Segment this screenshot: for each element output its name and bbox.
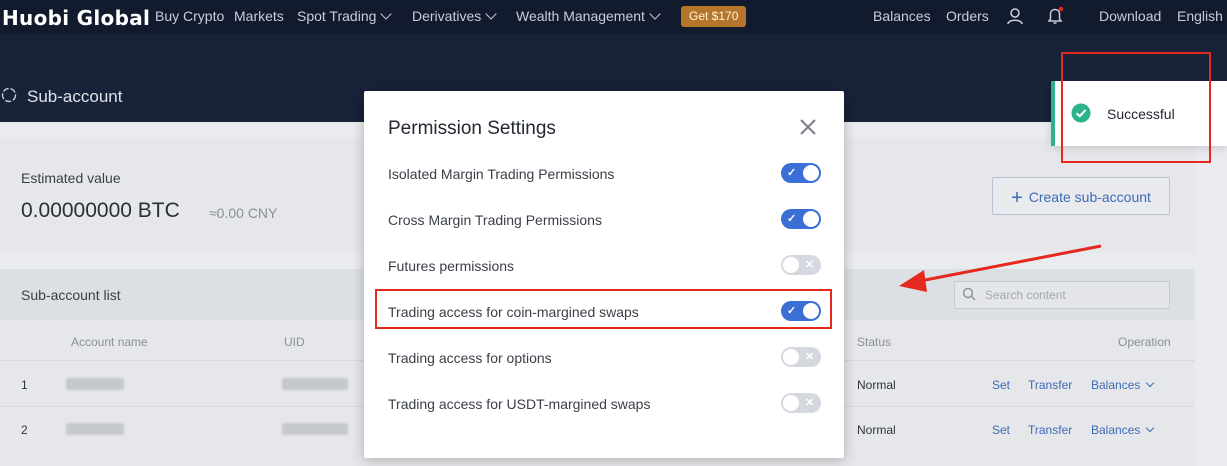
plus-icon: + [1011, 187, 1023, 209]
estimated-value: 0.00000000 BTC [21, 199, 180, 222]
permission-label-futures: Futures permissions [388, 258, 515, 274]
row-index: 2 [21, 423, 28, 437]
top-navbar: Huobi Global Buy Crypto Markets Spot Tra… [0, 0, 1227, 34]
column-header-uid: UID [284, 335, 305, 349]
sub-account-icon [1, 87, 17, 103]
permission-label-options: Trading access for options [388, 350, 552, 366]
status-text: Normal [857, 378, 896, 392]
estimated-value-cny: ≈0.00 CNY [209, 205, 278, 221]
set-link[interactable]: Set [992, 378, 1010, 392]
bell-icon[interactable] [1045, 6, 1065, 26]
column-header-status: Status [857, 335, 892, 349]
transfer-link[interactable]: Transfer [1028, 378, 1072, 392]
page-title: Sub-account [27, 87, 123, 106]
highlight-box [375, 289, 832, 329]
nav-download[interactable]: Download [1099, 8, 1161, 24]
chevron-down-icon [649, 8, 661, 20]
toggle-usdt-margined-swaps[interactable]: ✕ [781, 393, 821, 413]
nav-markets[interactable]: Markets [234, 8, 284, 24]
balances-dropdown[interactable]: Balances [1091, 423, 1155, 437]
chevron-down-icon [380, 8, 393, 20]
column-header-account-name: Account name [71, 335, 148, 349]
permission-label-usdt-margined-swaps: Trading access for USDT-margined swaps [388, 396, 651, 412]
set-link[interactable]: Set [992, 423, 1010, 437]
nav-spot-trading[interactable]: Spot Trading [297, 8, 393, 24]
permission-settings-modal: Permission Settings Isolated Margin Trad… [364, 91, 844, 458]
nav-derivatives[interactable]: Derivatives [412, 8, 497, 24]
row-index: 1 [21, 378, 28, 392]
user-icon[interactable] [1006, 7, 1024, 25]
nav-balances[interactable]: Balances [873, 8, 931, 24]
nav-wealth-management[interactable]: Wealth Management [516, 8, 661, 24]
redacted-account-name [66, 423, 124, 435]
search-icon [962, 287, 976, 301]
create-sub-account-button[interactable]: + Create sub-account [992, 177, 1170, 215]
status-text: Normal [857, 423, 896, 437]
toggle-cross-margin[interactable]: ✓ [781, 209, 821, 229]
nav-language[interactable]: English [1177, 8, 1223, 24]
chevron-down-icon [485, 8, 497, 20]
huobi-logo[interactable]: Huobi Global [2, 6, 150, 30]
transfer-link[interactable]: Transfer [1028, 423, 1072, 437]
balances-dropdown[interactable]: Balances [1091, 378, 1155, 392]
permission-label-cross-margin: Cross Margin Trading Permissions [388, 212, 602, 228]
toggle-options[interactable]: ✕ [781, 347, 821, 367]
toggle-futures[interactable]: ✕ [781, 255, 821, 275]
redacted-account-name [66, 378, 124, 390]
close-icon[interactable] [798, 117, 818, 137]
redacted-uid [282, 378, 348, 390]
list-title: Sub-account list [21, 287, 121, 303]
redacted-uid [282, 423, 348, 435]
chevron-down-icon [1146, 378, 1155, 388]
nav-buy-crypto[interactable]: Buy Crypto [155, 8, 224, 24]
permission-label-isolated-margin: Isolated Margin Trading Permissions [388, 166, 615, 182]
estimated-value-label: Estimated value [21, 170, 121, 186]
promo-badge[interactable]: Get $170 [681, 6, 747, 27]
highlight-box [1061, 52, 1211, 163]
toggle-isolated-margin[interactable]: ✓ [781, 163, 821, 183]
nav-orders[interactable]: Orders [946, 8, 989, 24]
chevron-down-icon [1146, 423, 1155, 433]
search-placeholder: Search content [985, 288, 1066, 302]
modal-title: Permission Settings [388, 118, 556, 139]
column-header-operation: Operation [1118, 335, 1171, 349]
